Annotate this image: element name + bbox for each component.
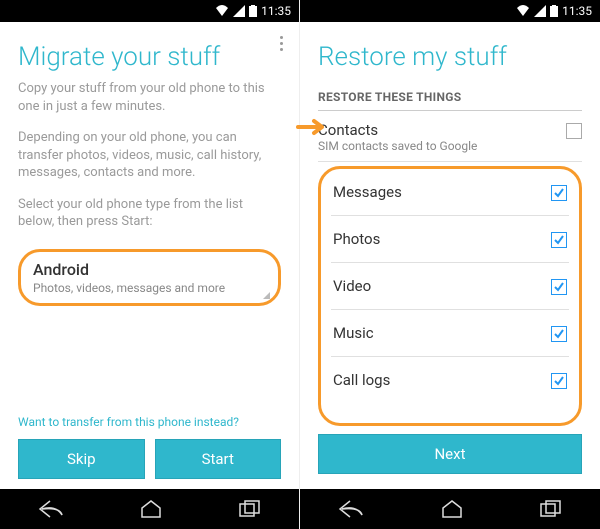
phone-left: 11:35 Migrate your stuff Copy your stuff… [0, 0, 300, 529]
list-item-photos[interactable]: Photos [331, 216, 569, 263]
list-item-messages[interactable]: Messages [331, 169, 569, 216]
clock: 11:35 [562, 4, 592, 18]
wifi-icon [516, 5, 530, 17]
next-button[interactable]: Next [318, 434, 582, 474]
page-title: Restore my stuff [318, 42, 582, 72]
back-icon[interactable] [338, 499, 364, 519]
selector-primary: Android [33, 260, 266, 279]
checkbox-icon[interactable] [551, 326, 567, 342]
contacts-checkbox[interactable] [566, 123, 582, 139]
clock: 11:35 [261, 4, 291, 18]
recent-icon[interactable] [540, 500, 562, 518]
phone-type-selector[interactable]: Android Photos, videos, messages and mor… [18, 249, 281, 306]
checkbox-icon[interactable] [551, 185, 567, 201]
nav-bar [0, 489, 299, 529]
contacts-sublabel: SIM contacts saved to Google [318, 139, 560, 153]
nav-bar [300, 489, 600, 529]
page-title: Migrate your stuff [18, 42, 281, 72]
signal-icon [233, 5, 245, 17]
start-button[interactable]: Start [155, 439, 282, 479]
checkbox-icon[interactable] [551, 373, 567, 389]
status-bar: 11:35 [300, 0, 600, 22]
intro-text: Copy your stuff from your old phone to t… [18, 80, 281, 115]
restore-items-highlight: Messages Photos Video Music Call logs [318, 166, 582, 426]
wifi-icon [215, 5, 229, 17]
status-bar: 11:35 [0, 0, 299, 22]
signal-icon [534, 5, 546, 17]
contacts-label: Contacts [318, 121, 560, 139]
detail-text: Depending on your old phone, you can tra… [18, 129, 281, 182]
checkbox-icon[interactable] [551, 232, 567, 248]
skip-button[interactable]: Skip [18, 439, 145, 479]
battery-icon [249, 5, 257, 17]
annotation-arrow-icon [296, 118, 326, 136]
item-label: Photos [333, 230, 545, 248]
content-area: Restore my stuff RESTORE THESE THINGS Co… [300, 22, 600, 489]
home-icon[interactable] [139, 499, 163, 519]
content-area: Migrate your stuff Copy your stuff from … [0, 22, 299, 489]
prompt-text: Select your old phone type from the list… [18, 196, 281, 231]
list-item-video[interactable]: Video [331, 263, 569, 310]
button-bar: Skip Start [18, 439, 281, 489]
list-item-music[interactable]: Music [331, 310, 569, 357]
recent-icon[interactable] [239, 500, 261, 518]
item-label: Video [333, 277, 545, 295]
item-label: Messages [333, 183, 545, 201]
selector-secondary: Photos, videos, messages and more [33, 281, 266, 295]
item-label: Music [333, 324, 545, 342]
button-bar: Next [318, 426, 582, 484]
section-label: RESTORE THESE THINGS [318, 90, 582, 104]
list-item-call-logs[interactable]: Call logs [331, 357, 569, 403]
contacts-row[interactable]: Contacts SIM contacts saved to Google [318, 113, 582, 162]
transfer-from-this-phone-link[interactable]: Want to transfer from this phone instead… [18, 415, 281, 429]
back-icon[interactable] [38, 499, 64, 519]
phone-right: 11:35 Restore my stuff RESTORE THESE THI… [300, 0, 600, 529]
overflow-menu-icon[interactable] [276, 32, 287, 55]
item-label: Call logs [333, 371, 545, 389]
home-icon[interactable] [440, 499, 464, 519]
checkbox-icon[interactable] [551, 279, 567, 295]
battery-icon [550, 5, 558, 17]
section-divider [318, 110, 582, 111]
